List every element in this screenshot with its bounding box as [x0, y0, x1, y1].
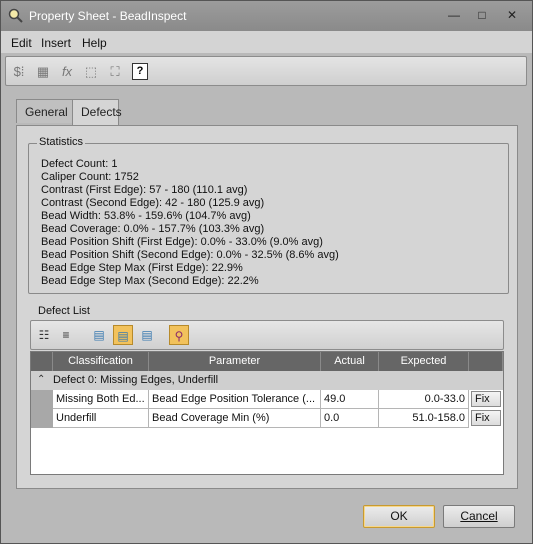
fit-view-icon[interactable]: ⛶: [106, 63, 124, 81]
sort-list-icon[interactable]: ≡: [56, 325, 76, 345]
property-sheet-window: Property Sheet - BeadInspect — □ ✕ Edit …: [0, 0, 533, 544]
table-row[interactable]: Missing Both Ed... Bead Edge Position To…: [53, 390, 503, 409]
stat-defect-count: Defect Count: 1: [41, 158, 118, 170]
inspect-defect-icon[interactable]: ⚲: [169, 325, 189, 345]
stat-edge-step-first: Bead Edge Step Max (First Edge): 22.9%: [41, 262, 243, 274]
cell-parameter: Bead Edge Position Tolerance (...: [149, 390, 321, 409]
menu-insert[interactable]: Insert: [41, 36, 71, 50]
window-title: Property Sheet - BeadInspect: [29, 9, 187, 23]
defects-panel: Statistics Defect Count: 1 Caliper Count…: [16, 125, 518, 489]
cell-actual: 0.0: [321, 409, 379, 428]
stat-bead-coverage: Bead Coverage: 0.0% - 157.7% (103.3% avg…: [41, 223, 265, 235]
minimize-button[interactable]: —: [445, 7, 463, 23]
stat-caliper-count: Caliper Count: 1752: [41, 171, 139, 183]
header-expected[interactable]: Expected: [379, 352, 469, 371]
stat-contrast-second: Contrast (Second Edge): 42 - 180 (125.9 …: [41, 197, 265, 209]
defect-grid: Classification Parameter Actual Expected…: [30, 351, 504, 475]
list-view-icon[interactable]: ▤: [137, 325, 157, 345]
header-actual[interactable]: Actual: [321, 352, 379, 371]
cell-expected: 0.0-33.0: [379, 390, 469, 409]
detail-view-icon[interactable]: ▤: [113, 325, 133, 345]
dollar-table-icon[interactable]: $⁞: [10, 63, 28, 81]
stat-edge-step-second: Bead Edge Step Max (Second Edge): 22.2%: [41, 275, 259, 287]
help-icon[interactable]: ?: [132, 63, 148, 80]
tab-defects[interactable]: Defects: [72, 99, 122, 126]
cell-expected: 51.0-158.0: [379, 409, 469, 428]
collapse-chevron-icon[interactable]: ⌃: [37, 374, 45, 385]
grid-header: Classification Parameter Actual Expected: [31, 352, 503, 371]
header-parameter[interactable]: Parameter: [149, 352, 321, 371]
header-classification[interactable]: Classification: [53, 352, 149, 371]
menu-help[interactable]: Help: [82, 36, 107, 50]
defect-list-title: Defect List: [38, 305, 90, 317]
stat-position-shift-second: Bead Position Shift (Second Edge): 0.0% …: [41, 249, 339, 261]
row-gutter: [31, 390, 53, 428]
cell-classification: Missing Both Ed...: [53, 390, 149, 409]
menu-bar: Edit Insert Help: [1, 31, 532, 53]
defect-list-toolbar: ☷ ≡ ▤ ▤ ▤ ⚲: [30, 320, 504, 350]
tree-filter-icon[interactable]: ☷: [34, 325, 54, 345]
magnifier-app-icon: [8, 8, 23, 23]
tab-general[interactable]: General: [16, 99, 73, 123]
title-bar[interactable]: Property Sheet - BeadInspect — □ ✕: [1, 1, 532, 31]
grid-icon[interactable]: ▦: [34, 63, 52, 81]
defect-group-row[interactable]: ⌃ Defect 0: Missing Edges, Underfill: [31, 371, 503, 390]
statistics-group: Statistics Defect Count: 1 Caliper Count…: [28, 136, 509, 294]
defect-group-label: Defect 0: Missing Edges, Underfill: [53, 374, 219, 386]
stat-contrast-first: Contrast (First Edge): 57 - 180 (110.1 a…: [41, 184, 248, 196]
header-gutter: [31, 352, 53, 371]
table-view-icon[interactable]: ▤: [89, 325, 109, 345]
table-row[interactable]: Underfill Bead Coverage Min (%) 0.0 51.0…: [53, 409, 503, 428]
function-icon[interactable]: fx: [58, 63, 76, 81]
stat-bead-width: Bead Width: 53.8% - 159.6% (104.7% avg): [41, 210, 251, 222]
cell-classification: Underfill: [53, 409, 149, 428]
statistics-title: Statistics: [37, 136, 86, 148]
cancel-button[interactable]: Cancel: [443, 505, 515, 528]
ok-button[interactable]: OK: [363, 505, 435, 528]
close-button[interactable]: ✕: [503, 7, 521, 23]
main-toolbar: $⁞ ▦ fx ⬚ ⛶ ?: [5, 56, 527, 86]
stat-position-shift-first: Bead Position Shift (First Edge): 0.0% -…: [41, 236, 323, 248]
cell-actual: 49.0: [321, 390, 379, 409]
select-region-icon[interactable]: ⬚: [82, 63, 100, 81]
menu-edit[interactable]: Edit: [11, 36, 32, 50]
fix-button[interactable]: Fix: [471, 391, 501, 407]
header-fix: [469, 352, 503, 371]
maximize-button[interactable]: □: [473, 7, 491, 23]
cell-parameter: Bead Coverage Min (%): [149, 409, 321, 428]
fix-button[interactable]: Fix: [471, 410, 501, 426]
